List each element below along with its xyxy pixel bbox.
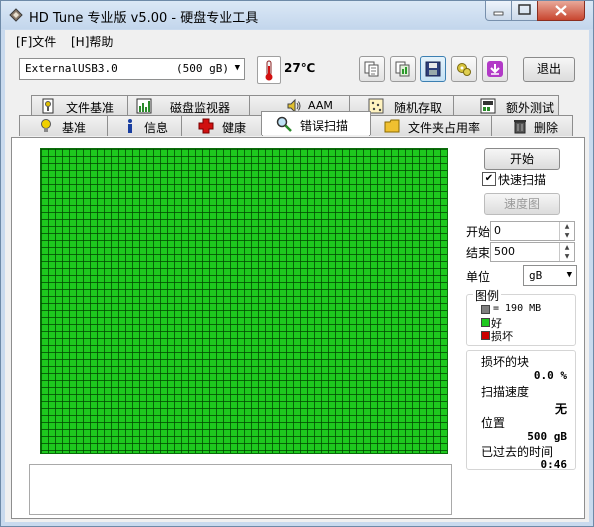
- legend-group: 图例 = 190 MB 好 损坏: [466, 287, 576, 346]
- scan-block-grid: [40, 148, 448, 454]
- tab-health[interactable]: 健康: [181, 115, 263, 136]
- quick-scan-label: 快速扫描: [498, 173, 547, 187]
- spinner-arrows-icon[interactable]: ▲ ▼: [559, 243, 574, 261]
- menu-help[interactable]: [H]帮助: [71, 33, 113, 50]
- main-area: ExternalUSB3.0 (500 gB) ▼ 27℃ 退出 文件基准 磁盘…: [5, 52, 589, 522]
- tab-label: 删除: [534, 121, 559, 135]
- position-label: 位置: [481, 416, 506, 430]
- tab-info[interactable]: 信息: [107, 115, 183, 136]
- minimize-button[interactable]: [485, 1, 512, 21]
- close-button[interactable]: [537, 1, 585, 21]
- dropdown-arrow-icon: ▼: [566, 270, 572, 280]
- legend-title: 图例: [473, 287, 502, 304]
- menu-bar: [F]文件 [H]帮助: [5, 30, 589, 52]
- tab-error-scan[interactable]: 错误扫描: [261, 111, 371, 135]
- thermometer-icon: [265, 60, 273, 81]
- unit-label: 单位: [466, 270, 491, 284]
- damaged-swatch: [481, 331, 490, 340]
- tab-disk-monitor[interactable]: 磁盘监视器: [127, 95, 251, 116]
- exit-button[interactable]: 退出: [523, 57, 575, 82]
- unit-select[interactable]: gB ▼: [523, 265, 577, 286]
- drive-size: (500 gB): [176, 62, 229, 75]
- elapsed-value: 0:46: [540, 458, 568, 471]
- block-size-label: = 190 MB: [493, 303, 542, 314]
- scan-log-area: [29, 464, 452, 515]
- block-swatch: [481, 305, 490, 314]
- disk-monitor-icon: [136, 98, 152, 114]
- unit-value: gB: [529, 269, 543, 282]
- copy-screenshot-icon: [395, 61, 410, 77]
- tab-label: 磁盘监视器: [170, 101, 231, 115]
- magnifier-icon: [276, 116, 292, 132]
- app-window: HD Tune 专业版 v5.00 - 硬盘专业工具 [F]文件 [H]帮助 E…: [0, 0, 594, 527]
- minimize-icon: [493, 11, 504, 16]
- health-cross-icon: [198, 118, 214, 134]
- extra-tests-icon: [480, 98, 496, 114]
- save-icon: [425, 61, 441, 77]
- title-bar: HD Tune 专业版 v5.00 - 硬盘专业工具: [1, 1, 593, 29]
- tab-label: 错误扫描: [300, 119, 349, 133]
- drive-name: ExternalUSB3.0: [25, 62, 118, 75]
- tab-extra-tests[interactable]: 额外测试: [453, 95, 559, 116]
- lightbulb-icon: [41, 119, 51, 132]
- end-value: 500: [494, 245, 515, 258]
- start-input[interactable]: 0 ▲ ▼: [490, 221, 575, 241]
- temperature-readout: 27℃: [284, 61, 316, 75]
- speed-map-button[interactable]: 速度图: [484, 193, 560, 215]
- start-value: 0: [494, 224, 501, 237]
- scan-speed-value: 无: [554, 402, 567, 416]
- download-button[interactable]: [482, 56, 508, 82]
- close-icon: [555, 5, 567, 16]
- tab-label: 随机存取: [394, 101, 443, 115]
- copy-screenshot-button[interactable]: [390, 56, 416, 82]
- options-button[interactable]: [451, 56, 477, 82]
- quick-scan-checkbox[interactable]: ✔: [482, 172, 496, 186]
- dropdown-arrow-icon: ▼: [234, 63, 240, 73]
- start-label: 开始: [466, 225, 491, 239]
- tab-label: 额外测试: [506, 101, 555, 115]
- info-icon: [128, 119, 132, 133]
- save-button[interactable]: [420, 56, 446, 82]
- tab-benchmark[interactable]: 基准: [19, 115, 109, 136]
- tab-label: 信息: [144, 121, 169, 135]
- folder-icon: [384, 119, 400, 133]
- temperature-button[interactable]: [257, 56, 281, 84]
- tab-label: 健康: [222, 121, 247, 135]
- stats-group: 损坏的块 0.0 % 扫描速度 无 位置 500 gB 已过去的时间 0:46: [466, 350, 576, 471]
- tab-folder-usage[interactable]: 文件夹占用率: [369, 115, 493, 136]
- tab-label: 文件基准: [66, 101, 115, 115]
- checkmark-icon: ✔: [484, 173, 494, 184]
- good-swatch: [481, 318, 490, 327]
- error-scan-panel: 开始 ✔ 快速扫描 速度图 开始 0 ▲ ▼ 结束 500 ▲ ▼ 单位 gB ▼ …: [11, 137, 585, 519]
- window-title: HD Tune 专业版 v5.00 - 硬盘专业工具: [29, 11, 259, 26]
- options-icon: [457, 63, 471, 76]
- position-value: 500 gB: [527, 430, 567, 443]
- drive-selector[interactable]: ExternalUSB3.0 (500 gB) ▼: [19, 58, 245, 80]
- tab-erase[interactable]: 删除: [491, 115, 573, 136]
- damaged-blocks-label: 损坏的块: [481, 355, 530, 369]
- end-label: 结束: [466, 246, 491, 260]
- start-scan-button[interactable]: 开始: [484, 148, 560, 170]
- menu-file[interactable]: [F]文件: [16, 33, 56, 50]
- damaged-label: 损坏: [491, 330, 513, 343]
- file-benchmark-icon: [42, 98, 54, 114]
- trash-icon: [514, 120, 526, 134]
- download-icon: [487, 61, 503, 77]
- tab-file-benchmark[interactable]: 文件基准: [31, 95, 129, 116]
- damaged-blocks-value: 0.0 %: [533, 369, 567, 382]
- scan-speed-label: 扫描速度: [481, 385, 530, 399]
- tab-label: 文件夹占用率: [408, 121, 481, 135]
- tab-label: 基准: [62, 121, 87, 135]
- end-input[interactable]: 500 ▲ ▼: [490, 242, 575, 262]
- maximize-icon: [518, 4, 531, 15]
- copy-text-icon: [364, 61, 379, 77]
- spinner-arrows-icon[interactable]: ▲ ▼: [559, 222, 574, 240]
- copy-text-button[interactable]: [359, 56, 385, 82]
- maximize-button[interactable]: [511, 1, 538, 21]
- hdtune-app-icon: [9, 8, 23, 22]
